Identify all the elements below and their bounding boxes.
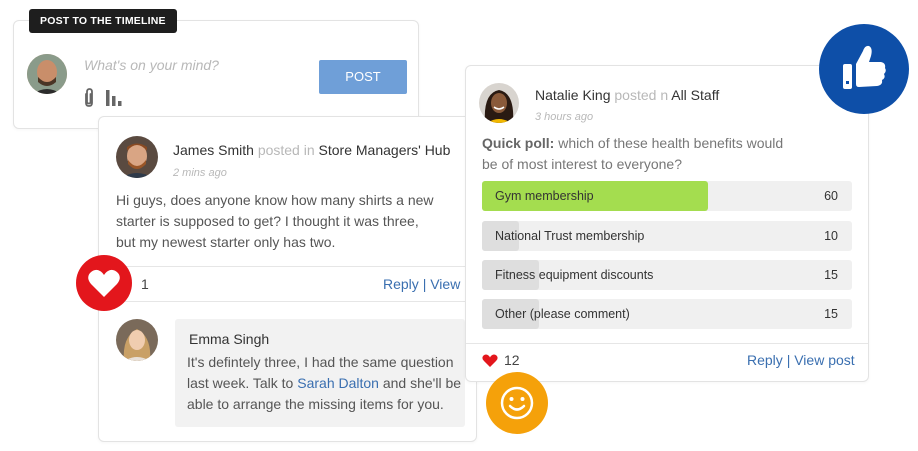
smile-icon bbox=[500, 386, 534, 420]
natalie-poll-card: Natalie King posted n All Staff 3 hours … bbox=[465, 65, 869, 382]
poll-option-label: National Trust membership bbox=[495, 229, 645, 243]
post-line: starter is supposed to get? I thought it… bbox=[116, 213, 419, 229]
heart-badge bbox=[76, 255, 132, 311]
thumbs-up-badge bbox=[819, 24, 909, 114]
poll-option-count: 60 bbox=[824, 189, 838, 203]
author-name[interactable]: Natalie King bbox=[535, 87, 611, 103]
avatar bbox=[27, 54, 67, 94]
timestamp: 3 hours ago bbox=[535, 111, 594, 123]
paperclip-icon[interactable] bbox=[82, 88, 96, 108]
separator: | bbox=[422, 276, 427, 292]
thumbs-up-icon bbox=[843, 45, 886, 89]
poll-option[interactable]: Fitness equipment discounts 15 bbox=[482, 260, 852, 290]
posted-in-text: posted in bbox=[257, 142, 315, 158]
view-post-link[interactable]: View post bbox=[794, 352, 854, 368]
view-link[interactable]: View bbox=[430, 276, 460, 292]
comment-text: last week. Talk to bbox=[187, 375, 294, 391]
poll-option-label: Fitness equipment discounts bbox=[495, 268, 654, 282]
divider bbox=[466, 343, 868, 344]
post-line: Hi guys, does anyone know how many shirt… bbox=[116, 192, 434, 208]
actions-row: Reply | View bbox=[383, 276, 460, 292]
reply-link[interactable]: Reply bbox=[747, 352, 783, 368]
posted-in-text: posted n bbox=[614, 87, 669, 103]
comment-line: able to arrange the missing items for yo… bbox=[187, 396, 444, 412]
author-line: James Smith posted in Store Managers' Hu… bbox=[173, 142, 450, 158]
post-button[interactable]: POST bbox=[319, 60, 407, 94]
separator: | bbox=[786, 352, 791, 368]
author-line: Natalie King posted n All Staff bbox=[535, 87, 719, 103]
avatar bbox=[479, 83, 519, 123]
comment-bubble: Emma Singh It's defintely three, I had t… bbox=[175, 319, 465, 427]
comment-body: It's defintely three, I had the same que… bbox=[187, 352, 467, 415]
quick-poll-label: Quick poll: bbox=[482, 135, 555, 151]
group-name[interactable]: All Staff bbox=[671, 87, 719, 103]
poll-option[interactable]: Other (please comment) 15 bbox=[482, 299, 852, 329]
group-name[interactable]: Store Managers' Hub bbox=[319, 142, 451, 158]
avatar bbox=[116, 319, 158, 361]
reply-link[interactable]: Reply bbox=[383, 276, 419, 292]
james-post-card: James Smith posted in Store Managers' Hu… bbox=[98, 116, 477, 442]
like-count: 1 bbox=[141, 276, 149, 292]
mention-link[interactable]: Sarah Dalton bbox=[297, 375, 379, 391]
post-composer: What's on your mind? POST bbox=[13, 20, 419, 129]
question-text: which of these health benefits would bbox=[558, 135, 784, 151]
heart-icon bbox=[88, 269, 120, 297]
post-body: Hi guys, does anyone know how many shirt… bbox=[116, 190, 466, 253]
whats-on-your-mind-input[interactable]: What's on your mind? bbox=[84, 57, 219, 73]
poll-option[interactable]: Gym membership 60 bbox=[482, 181, 852, 211]
poll-option-count: 15 bbox=[824, 307, 838, 321]
divider bbox=[99, 266, 476, 267]
poll-option-count: 10 bbox=[824, 229, 838, 243]
comment-author[interactable]: Emma Singh bbox=[189, 331, 269, 347]
bar-chart-icon[interactable] bbox=[105, 87, 123, 107]
timestamp: 2 mins ago bbox=[173, 167, 227, 179]
smile-badge bbox=[486, 372, 548, 434]
poll-question: Quick poll: which of these health benefi… bbox=[482, 133, 862, 175]
poll-option[interactable]: National Trust membership 10 bbox=[482, 221, 852, 251]
question-line: be of most interest to everyone? bbox=[482, 156, 682, 172]
poll-option-label: Gym membership bbox=[495, 189, 594, 203]
question-line: Quick poll: which of these health benefi… bbox=[482, 133, 862, 154]
post-line: but my newest starter only has two. bbox=[116, 234, 336, 250]
like-count: 12 bbox=[504, 352, 520, 368]
avatar bbox=[116, 136, 158, 178]
divider bbox=[99, 301, 476, 302]
heart-icon[interactable] bbox=[482, 354, 498, 368]
actions-row: Reply | View post bbox=[747, 352, 855, 368]
poll-option-label: Other (please comment) bbox=[495, 307, 630, 321]
comment-line: It's defintely three, I had the same que… bbox=[187, 354, 454, 370]
comment-text: and she'll be bbox=[382, 375, 462, 391]
post-to-timeline-tab[interactable]: POST TO THE TIMELINE bbox=[29, 9, 177, 33]
poll-option-count: 15 bbox=[824, 268, 838, 282]
comment-line: last week. Talk to Sarah Dalton and she'… bbox=[187, 373, 467, 394]
author-name[interactable]: James Smith bbox=[173, 142, 254, 158]
